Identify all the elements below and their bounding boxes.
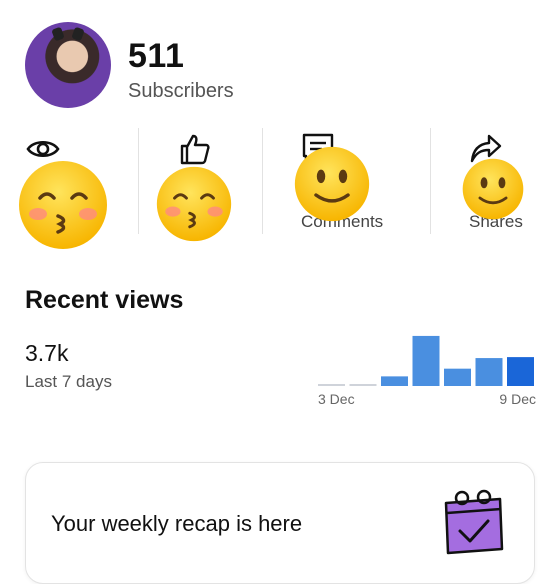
smiling-emoji-icon [294,146,370,222]
kissing-emoji-icon [19,161,107,249]
bar-4-dec[interactable] [349,384,377,386]
kissing-emoji-icon [156,166,232,242]
weekly-recap-text: Your weekly recap is here [51,511,303,536]
weekly-recap-card[interactable]: Your weekly recap is here [25,462,535,584]
stats-row: Comments Shares [0,128,560,249]
bar-7-dec[interactable] [444,368,471,386]
bar-8-dec[interactable] [475,358,503,386]
subscriber-block: 511 Subscribers [128,36,234,103]
channel-header: 511 Subscribers [25,22,234,108]
calendar-check-icon [444,489,504,555]
x-tick-label: 9 Dec [499,391,536,407]
subscriber-label: Subscribers [128,79,234,102]
avatar-cat-ears [53,28,83,42]
bar-5-dec[interactable] [381,376,408,386]
bar-3-dec[interactable] [318,384,345,386]
bar-9-dec[interactable] [507,357,534,386]
smiling-emoji-icon [462,158,524,220]
avatar[interactable] [25,22,111,108]
x-tick-label: 3 Dec [318,391,355,407]
recent-views-period: Last 7 days [25,372,112,391]
thumbs-up-icon [180,134,210,165]
recent-views-value: 3.7k [25,340,69,366]
recent-views-title: Recent views [25,286,184,314]
recent-views-bar-chart[interactable]: 3 Dec 9 Dec [300,320,540,412]
bar-6-dec[interactable] [412,335,440,386]
subscriber-count: 511 [128,36,185,75]
